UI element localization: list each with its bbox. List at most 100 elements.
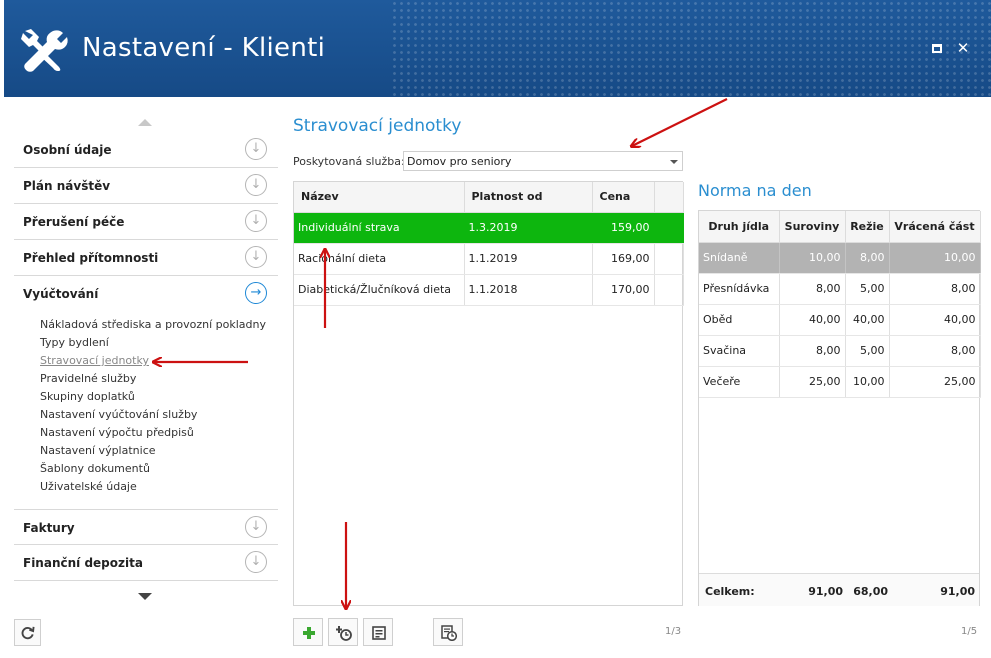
column-header-nazev[interactable]: Název [294, 182, 465, 213]
column-header-platnost-od[interactable]: Platnost od [464, 182, 593, 213]
cell-returned: 25,00 [889, 366, 981, 398]
total-overhead: 68,00 [853, 585, 888, 598]
cell-filler [654, 243, 684, 275]
cell-meal: Oběd [699, 304, 780, 336]
edit-button[interactable] [363, 618, 393, 646]
table-row[interactable]: Večeře 25,00 10,00 25,00 [699, 366, 981, 398]
norm-grid: Druh jídla Suroviny Režie Vrácená část S… [698, 210, 981, 606]
nav-item-prehled-pritomnosti[interactable]: Přehled přítomnosti ↓ [14, 240, 278, 276]
column-header-druh-jidla[interactable]: Druh jídla [699, 211, 780, 243]
expand-icon: ↓ [245, 210, 267, 232]
table-row[interactable]: Oběd 40,00 40,00 40,00 [699, 304, 981, 336]
cell-overhead: 8,00 [845, 242, 890, 274]
table-row[interactable]: Racionální dieta 1.1.2019 169,00 [294, 243, 684, 275]
cell-valid-from: 1.1.2019 [464, 243, 593, 275]
total-returned: 91,00 [940, 585, 975, 598]
nav-item-preruseni-pece[interactable]: Přerušení péče ↓ [14, 204, 278, 240]
column-header-cena[interactable]: Cena [592, 182, 655, 213]
maximize-icon [932, 44, 942, 53]
sub-item-typy-bydleni[interactable]: Typy bydlení [40, 335, 266, 353]
column-header-filler [654, 182, 684, 213]
nav-item-osobni-udaje[interactable]: Osobní údaje ↓ [14, 132, 278, 168]
norm-title: Norma na den [698, 181, 812, 200]
cell-price: 169,00 [592, 243, 655, 275]
close-button[interactable]: ✕ [955, 40, 971, 56]
table-row[interactable]: Svačina 8,00 5,00 8,00 [699, 335, 981, 367]
window-title: Nastavení - Klienti [82, 33, 326, 63]
cell-meal: Přesnídávka [699, 273, 780, 305]
sub-item-nakladova-strediska[interactable]: Nákladová střediska a provozní pokladny [40, 317, 266, 335]
add-icon [303, 627, 315, 639]
cell-meal: Svačina [699, 335, 780, 367]
service-label: Poskytovaná služba: [293, 155, 405, 168]
nav-item-label: Přehled přítomnosti [23, 251, 159, 265]
nav-item-label: Finanční depozita [23, 556, 143, 570]
service-select[interactable]: Domov pro seniory [403, 151, 683, 171]
cell-raw: 8,00 [779, 273, 846, 305]
nav-item-label: Osobní údaje [23, 143, 112, 157]
grid-header-row: Druh jídla Suroviny Režie Vrácená část [699, 211, 981, 243]
nav-item-faktury[interactable]: Faktury ↓ [14, 509, 278, 545]
refresh-button[interactable] [14, 619, 41, 646]
sub-item-skupiny-doplatku[interactable]: Skupiny doplatků [40, 389, 266, 407]
column-header-rezie[interactable]: Režie [845, 211, 890, 243]
grid-header-row: Název Platnost od Cena [294, 182, 684, 213]
units-grid: Název Platnost od Cena Individuální stra… [293, 181, 684, 606]
cell-overhead: 5,00 [845, 335, 890, 367]
cell-name: Diabetická/Žlučníková dieta [294, 274, 465, 306]
sub-item-pravidelne-sluzby[interactable]: Pravidelné služby [40, 371, 266, 389]
sub-item-nastaveni-vyplatnice[interactable]: Nastavení výplatnice [40, 443, 266, 461]
tools-icon [21, 29, 68, 72]
sub-item-uzivatelske-udaje[interactable]: Uživatelské údaje [40, 479, 266, 497]
vyuctovani-submenu: Nákladová střediska a provozní pokladny … [40, 317, 266, 497]
column-header-vracena-cast[interactable]: Vrácená část [889, 211, 981, 243]
table-row[interactable]: Individuální strava 1.3.2019 159,00 [294, 212, 684, 244]
cell-raw: 8,00 [779, 335, 846, 367]
nav-item-label: Faktury [23, 521, 75, 535]
nav-item-label: Plán návštěv [23, 179, 111, 193]
add-validity-button[interactable] [328, 618, 358, 646]
cell-returned: 40,00 [889, 304, 981, 336]
nav-item-label: Přerušení péče [23, 215, 125, 229]
cell-returned: 8,00 [889, 273, 981, 305]
maximize-button[interactable] [929, 40, 945, 56]
norm-pager: 1/5 [961, 626, 978, 637]
add-button[interactable] [293, 618, 323, 646]
cell-meal: Snídaně [699, 242, 780, 274]
history-button[interactable] [433, 618, 463, 646]
cell-raw: 40,00 [779, 304, 846, 336]
cell-overhead: 40,00 [845, 304, 890, 336]
nav-item-label: Vyúčtování [23, 287, 99, 301]
table-row[interactable]: Diabetická/Žlučníková dieta 1.1.2018 170… [294, 274, 684, 306]
scroll-down-arrow[interactable] [138, 593, 152, 600]
annotation-arrow-dropdown [632, 98, 728, 146]
history-icon [441, 625, 457, 641]
nav-item-financni-depozita[interactable]: Finanční depozita ↓ [14, 545, 278, 581]
add-validity-icon [336, 626, 352, 641]
cell-price: 159,00 [592, 212, 655, 244]
total-raw: 91,00 [808, 585, 843, 598]
title-bar: Nastavení - Klienti ✕ [4, 0, 991, 97]
table-row[interactable]: Přesnídávka 8,00 5,00 8,00 [699, 273, 981, 305]
expand-icon: ↓ [245, 246, 267, 268]
nav-item-plan-navstev[interactable]: Plán návštěv ↓ [14, 168, 278, 204]
sub-item-sablony-dokumentu[interactable]: Šablony dokumentů [40, 461, 266, 479]
cell-price: 170,00 [592, 274, 655, 306]
table-row[interactable]: Snídaně 10,00 8,00 10,00 [699, 242, 981, 274]
scroll-up-arrow[interactable] [138, 119, 152, 126]
chevron-down-icon [670, 160, 678, 164]
sub-item-nastaveni-vyuctovani[interactable]: Nastavení vyúčtování služby [40, 407, 266, 425]
sub-item-stravovaci-jednotky[interactable]: Stravovací jednotky [40, 353, 266, 371]
header-pattern [391, 0, 991, 97]
column-header-suroviny[interactable]: Suroviny [779, 211, 846, 243]
cell-returned: 10,00 [889, 242, 981, 274]
expand-icon: ↓ [245, 516, 267, 538]
expand-icon: ↓ [245, 551, 267, 573]
expand-icon: ↓ [245, 174, 267, 196]
cell-meal: Večeře [699, 366, 780, 398]
cell-valid-from: 1.1.2018 [464, 274, 593, 306]
nav-item-vyuctovani[interactable]: Vyúčtování → [14, 276, 278, 312]
units-title: Stravovací jednotky [293, 116, 462, 136]
sub-item-nastaveni-vypoctu[interactable]: Nastavení výpočtu předpisů [40, 425, 266, 443]
cell-overhead: 5,00 [845, 273, 890, 305]
